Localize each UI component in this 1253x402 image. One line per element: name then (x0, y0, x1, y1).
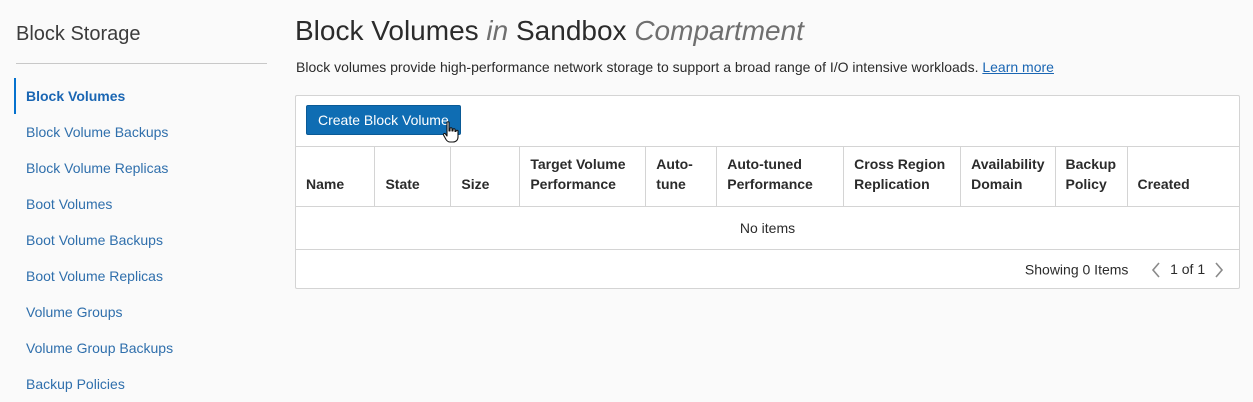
empty-state-text: No items (296, 206, 1239, 250)
column-header-line: tune (656, 176, 686, 192)
column-header-auto-tuned-performance[interactable]: Auto-tuned Performance (716, 146, 845, 207)
column-header-line: Auto- (656, 156, 693, 172)
page-title-compartment: Sandbox (516, 15, 627, 46)
sidebar-item-backup-policies[interactable]: Backup Policies (14, 366, 173, 402)
description-text: Block volumes provide high-performance n… (296, 59, 979, 75)
sidebar-item-block-volumes[interactable]: Block Volumes (14, 78, 173, 114)
column-header-line: State (385, 176, 420, 192)
page-indicator: 1 of 1 (1170, 261, 1206, 278)
table-header-row: Name State Size Target Volume Performance Aut… (296, 146, 1239, 207)
column-header-line: Performance (530, 176, 616, 192)
column-header-line: Replication (854, 176, 930, 192)
column-header-line: Name (306, 176, 345, 192)
sidebar-item-boot-volumes[interactable]: Boot Volumes (14, 186, 173, 222)
column-header-availability-domain[interactable]: Availability Domain (960, 146, 1056, 207)
sidebar-title: Block Storage (16, 23, 141, 45)
column-header-line: Availability (971, 156, 1045, 172)
column-header-cross-region-replication[interactable]: Cross Region Replication (843, 146, 962, 207)
column-header-target-volume-performance[interactable]: Target Volume Performance (519, 146, 647, 207)
sidebar-item-volume-groups[interactable]: Volume Groups (14, 294, 173, 330)
showing-count: Showing 0 Items (1024, 261, 1129, 278)
column-header-line: Created (1137, 176, 1190, 192)
column-header-line: Target Volume (530, 156, 626, 172)
sidebar-item-boot-volume-backups[interactable]: Boot Volume Backups (14, 222, 173, 258)
column-header-name[interactable]: Name (296, 146, 376, 207)
page-description: Block volumes provide high-performance n… (296, 59, 1054, 75)
sidebar-nav: Block Volumes Block Volume Backups Block… (14, 78, 173, 402)
sidebar-item-block-volume-backups[interactable]: Block Volume Backups (14, 114, 173, 150)
learn-more-link[interactable]: Learn more (982, 59, 1054, 75)
hand-pointer-icon (442, 121, 459, 143)
create-block-volume-button[interactable]: Create Block Volume (306, 105, 461, 135)
column-header-backup-policy[interactable]: Backup Policy (1055, 146, 1128, 207)
column-header-line: Backup (1065, 156, 1117, 172)
table-empty-row: No items (296, 206, 1239, 250)
volumes-table: Name State Size Target Volume Performance Aut… (296, 146, 1239, 250)
page-title-in: in (486, 15, 509, 46)
page-title: Block Volumes in Sandbox Compartment (295, 15, 804, 47)
sidebar: Block Storage Block Volumes Block Volume… (0, 0, 282, 402)
column-header-created[interactable]: Created (1127, 146, 1239, 207)
sidebar-item-boot-volume-replicas[interactable]: Boot Volume Replicas (14, 258, 173, 294)
column-header-line: Cross Region (854, 156, 946, 172)
column-header-line: Domain (971, 176, 1023, 192)
page-title-compartment-suffix: Compartment (634, 15, 804, 46)
chevron-right-icon[interactable] (1213, 261, 1225, 278)
column-header-line: Size (461, 176, 490, 192)
sidebar-item-block-volume-replicas[interactable]: Block Volume Replicas (14, 150, 173, 186)
page-title-resource: Block Volumes (295, 15, 479, 46)
sidebar-item-volume-group-backups[interactable]: Volume Group Backups (14, 330, 173, 366)
column-header-state[interactable]: State (374, 146, 452, 207)
column-header-size[interactable]: Size (450, 146, 521, 207)
column-header-auto-tune[interactable]: Auto-tune (645, 146, 718, 207)
volumes-panel: Create Block Volume Name State Size Target … (295, 95, 1240, 289)
sidebar-divider (16, 63, 267, 64)
column-header-line: Auto-tuned (727, 156, 802, 172)
table-footer: Showing 0 Items 1 of 1 (1025, 260, 1225, 278)
column-header-line: Policy (1065, 176, 1107, 192)
column-header-line: Performance (727, 176, 813, 192)
chevron-left-icon[interactable] (1150, 261, 1162, 278)
